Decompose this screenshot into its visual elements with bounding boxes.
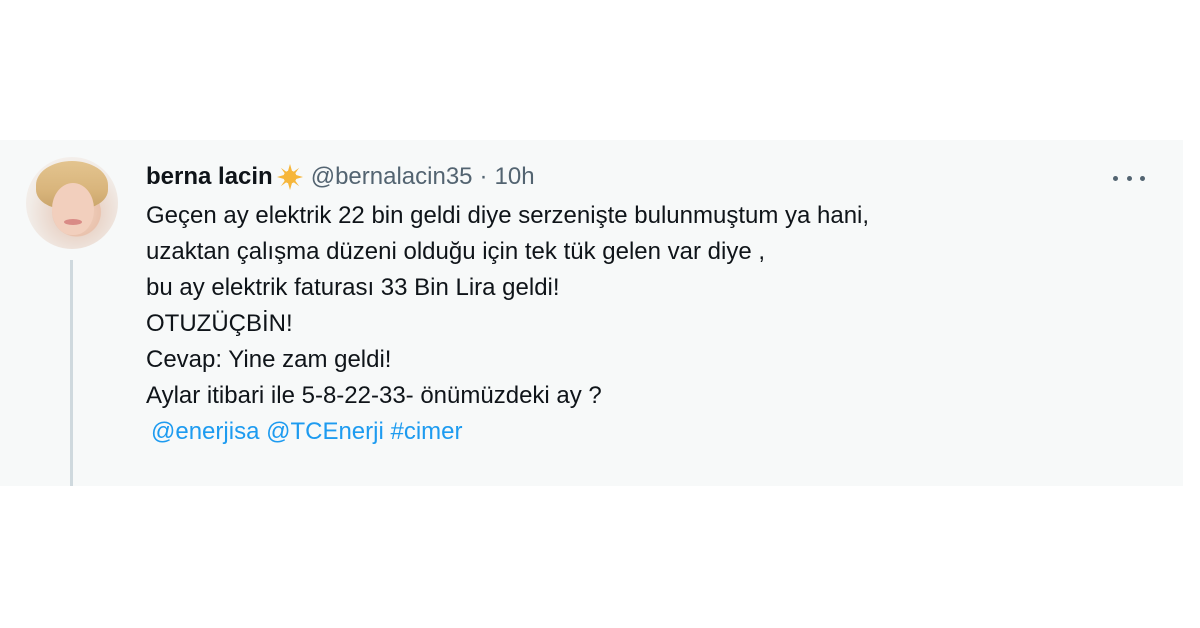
- tweet-line: OTUZÜÇBİN!: [146, 310, 293, 337]
- more-dot: [1140, 175, 1145, 181]
- avatar-lips: [64, 219, 82, 225]
- separator-dot: ·: [479, 163, 488, 190]
- tweet-text: Geçen ay elektrik 22 bin geldi diye serz…: [146, 198, 1146, 450]
- tweet-line: Geçen ay elektrik 22 bin geldi diye serz…: [146, 202, 870, 229]
- tweet-line: uzaktan çalışma düzeni olduğu için tek t…: [146, 238, 766, 265]
- more-options-icon[interactable]: [1113, 166, 1145, 190]
- display-name[interactable]: berna lacin: [146, 163, 273, 191]
- avatar-face: [52, 183, 94, 235]
- user-handle[interactable]: @bernalacin35: [311, 163, 473, 191]
- timestamp[interactable]: 10h: [495, 163, 535, 191]
- tweet-line: Cevap: Yine zam geldi!: [146, 346, 392, 373]
- sun-emoji-icon: [276, 164, 303, 190]
- avatar[interactable]: [26, 157, 118, 249]
- tweet-card[interactable]: berna lacin @bernalacin35 · 10h Geçen ay…: [0, 140, 1183, 486]
- mention-tcenerji-link[interactable]: @TCEnerji: [266, 418, 384, 445]
- mentions-line: @enerjisa @TCEnerji #cimer: [146, 414, 1146, 450]
- tweet-header: berna lacin @bernalacin35 · 10h: [146, 162, 535, 192]
- more-dot: [1126, 175, 1132, 181]
- tweet-line: Aylar itibari ile 5-8-22-33- önümüzdeki …: [146, 382, 602, 409]
- tweet-line: bu ay elektrik faturası 33 Bin Lira geld…: [146, 274, 560, 301]
- mention-enerjisa-link[interactable]: @enerjisa: [151, 418, 259, 445]
- hashtag-cimer-link[interactable]: #cimer: [390, 418, 462, 445]
- thread-line: [70, 260, 73, 486]
- more-dot: [1113, 175, 1118, 181]
